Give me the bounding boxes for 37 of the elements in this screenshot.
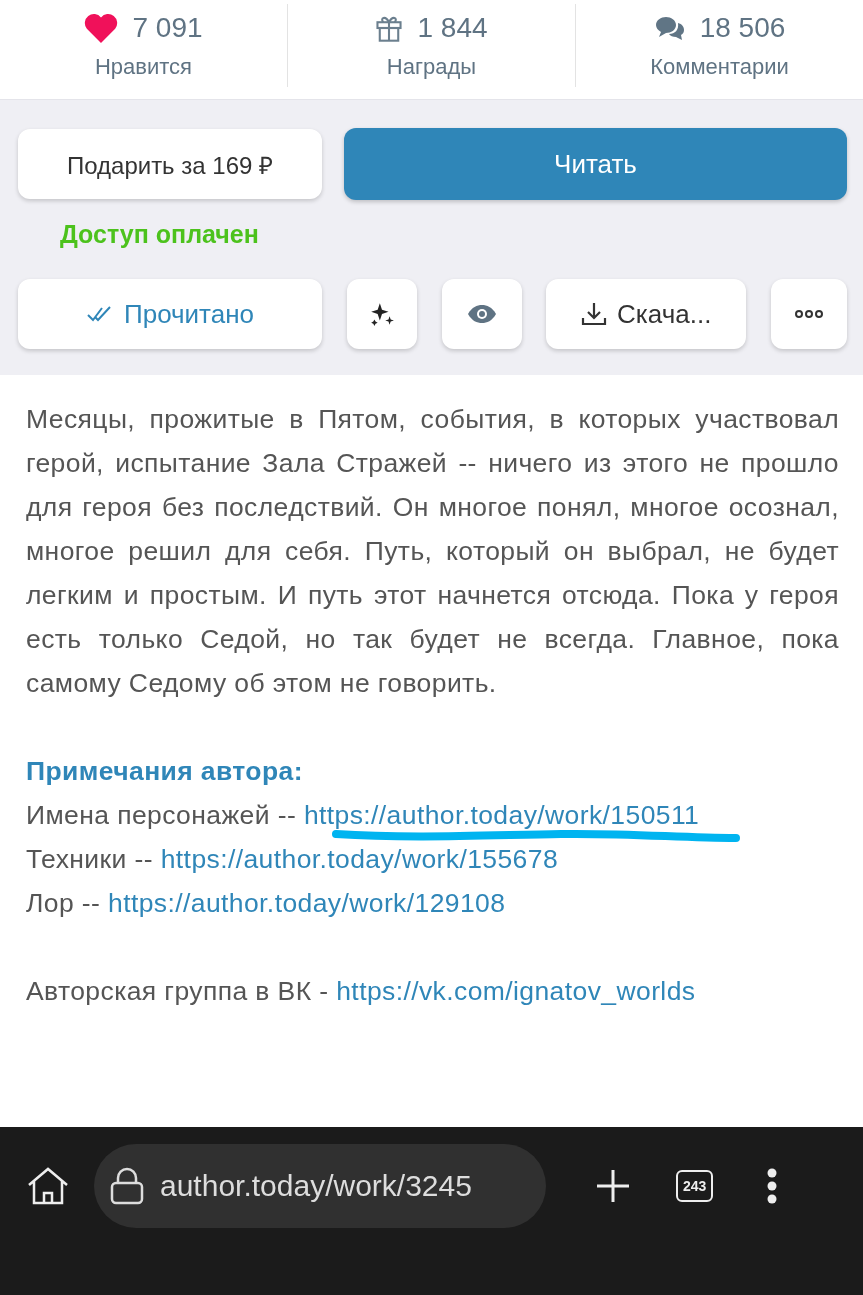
- lock-icon: [110, 1167, 144, 1205]
- stat-count: 18 506: [699, 11, 786, 44]
- stat-count: 7 091: [132, 11, 203, 44]
- sparkles-icon: [368, 301, 395, 327]
- group-label: Авторская группа в ВК -: [26, 976, 330, 1006]
- read-button[interactable]: Читать: [344, 128, 847, 200]
- read-mark-button[interactable]: Прочитано: [18, 279, 322, 349]
- home-icon[interactable]: [26, 1166, 70, 1206]
- download-icon: [581, 301, 608, 327]
- description: Месяцы, прожитые в Пятом, события, в которых участвовал герой, испытание Зала Стражей -- ничего из этого не прошло для героя без последствий. Он многое понял, многое осознал, многое решил для себя. Путь, который он выбрал, не будет легким и простым. И путь этот начнется отсюда. Пока у героя есть только Седой, но так будет не всегда. Главное, пока самому Седому об этом не говорить.: [26, 403, 839, 700]
- stat-label: Награды: [386, 53, 477, 80]
- more-button[interactable]: [771, 279, 847, 349]
- group-link[interactable]: https://vk.com/ignatov_worlds: [336, 976, 696, 1006]
- stat-label: Комментарии: [650, 53, 789, 80]
- sparkles-button[interactable]: [346, 279, 417, 349]
- double-check-icon: [86, 305, 114, 323]
- heart-icon: [84, 12, 119, 43]
- plus-icon[interactable]: [596, 1169, 630, 1203]
- tabs-count[interactable]: 243: [676, 1170, 714, 1202]
- address-bar[interactable]: author.today/work/3245: [94, 1144, 546, 1228]
- note-label: Техники --: [26, 844, 154, 874]
- menu-icon[interactable]: [767, 1168, 778, 1204]
- more-icon: [795, 310, 823, 318]
- note-link[interactable]: https://author.today/work/155678: [160, 844, 559, 874]
- note-link[interactable]: https://author.today/work/129108: [108, 888, 506, 918]
- access-status: Доступ оплачен: [60, 220, 259, 249]
- notes-title: Примечания автора:: [26, 755, 304, 788]
- comments-icon: [653, 14, 686, 41]
- eye-icon: [466, 304, 497, 324]
- download-button[interactable]: Скача...: [546, 279, 747, 349]
- eye-button[interactable]: [441, 279, 522, 349]
- stat-count: 1 844: [417, 11, 488, 44]
- note-label: Имена персонажей --: [26, 800, 298, 830]
- note-link[interactable]: https://author.today/work/150511: [303, 800, 700, 830]
- stat-label: Нравится: [94, 53, 193, 80]
- gift-button[interactable]: Подарить за 169 ₽: [18, 129, 322, 199]
- note-label: Лор --: [26, 888, 102, 918]
